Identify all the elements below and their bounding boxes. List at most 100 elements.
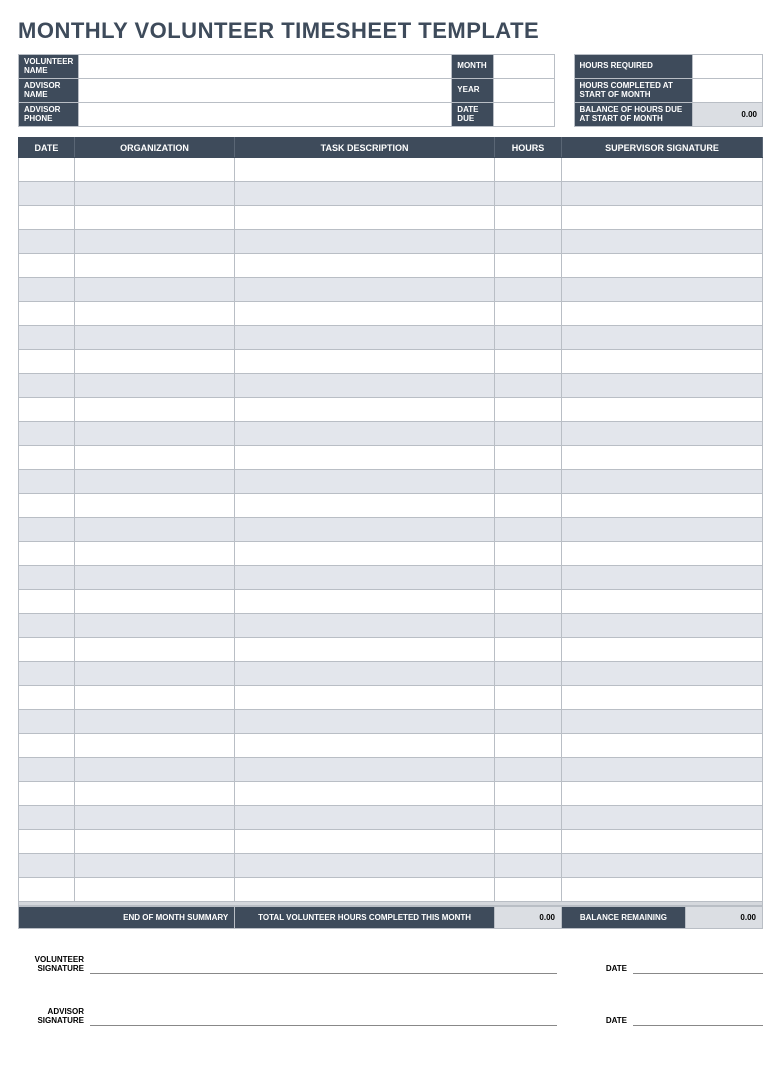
cell[interactable] (74, 710, 234, 734)
cell[interactable] (235, 662, 495, 686)
cell[interactable] (495, 734, 562, 758)
cell[interactable] (495, 470, 562, 494)
cell[interactable] (19, 494, 75, 518)
cell[interactable] (561, 374, 762, 398)
cell[interactable] (561, 326, 762, 350)
cell[interactable] (235, 782, 495, 806)
cell[interactable] (235, 806, 495, 830)
cell[interactable] (235, 830, 495, 854)
cell[interactable] (74, 350, 234, 374)
cell[interactable] (495, 398, 562, 422)
hours-completed-input[interactable] (692, 79, 762, 103)
cell[interactable] (74, 278, 234, 302)
cell[interactable] (74, 782, 234, 806)
cell[interactable] (495, 254, 562, 278)
cell[interactable] (561, 734, 762, 758)
volunteer-name-input[interactable] (79, 55, 452, 79)
cell[interactable] (235, 710, 495, 734)
cell[interactable] (235, 374, 495, 398)
cell[interactable] (235, 302, 495, 326)
cell[interactable] (19, 254, 75, 278)
cell[interactable] (495, 518, 562, 542)
cell[interactable] (561, 158, 762, 182)
cell[interactable] (495, 494, 562, 518)
cell[interactable] (495, 854, 562, 878)
cell[interactable] (19, 830, 75, 854)
cell[interactable] (19, 206, 75, 230)
cell[interactable] (561, 182, 762, 206)
cell[interactable] (561, 590, 762, 614)
cell[interactable] (495, 758, 562, 782)
cell[interactable] (561, 782, 762, 806)
cell[interactable] (495, 662, 562, 686)
cell[interactable] (235, 494, 495, 518)
cell[interactable] (561, 422, 762, 446)
cell[interactable] (19, 686, 75, 710)
cell[interactable] (235, 854, 495, 878)
cell[interactable] (235, 326, 495, 350)
cell[interactable] (19, 302, 75, 326)
cell[interactable] (495, 614, 562, 638)
cell[interactable] (561, 710, 762, 734)
cell[interactable] (74, 590, 234, 614)
cell[interactable] (19, 710, 75, 734)
cell[interactable] (74, 662, 234, 686)
advisor-date-line[interactable] (633, 999, 763, 1025)
cell[interactable] (235, 446, 495, 470)
cell[interactable] (235, 254, 495, 278)
cell[interactable] (495, 422, 562, 446)
cell[interactable] (561, 686, 762, 710)
cell[interactable] (235, 878, 495, 902)
cell[interactable] (74, 686, 234, 710)
cell[interactable] (561, 446, 762, 470)
cell[interactable] (495, 830, 562, 854)
cell[interactable] (495, 710, 562, 734)
hours-required-input[interactable] (692, 55, 762, 79)
cell[interactable] (19, 446, 75, 470)
cell[interactable] (495, 566, 562, 590)
cell[interactable] (235, 734, 495, 758)
cell[interactable] (74, 494, 234, 518)
cell[interactable] (561, 638, 762, 662)
cell[interactable] (19, 326, 75, 350)
cell[interactable] (235, 422, 495, 446)
cell[interactable] (19, 398, 75, 422)
cell[interactable] (74, 854, 234, 878)
cell[interactable] (495, 542, 562, 566)
cell[interactable] (74, 758, 234, 782)
cell[interactable] (74, 614, 234, 638)
advisor-name-input[interactable] (79, 79, 452, 103)
cell[interactable] (561, 278, 762, 302)
cell[interactable] (495, 182, 562, 206)
cell[interactable] (19, 278, 75, 302)
cell[interactable] (19, 782, 75, 806)
cell[interactable] (561, 350, 762, 374)
cell[interactable] (495, 446, 562, 470)
cell[interactable] (19, 638, 75, 662)
cell[interactable] (561, 206, 762, 230)
cell[interactable] (235, 518, 495, 542)
cell[interactable] (74, 734, 234, 758)
cell[interactable] (19, 662, 75, 686)
year-input[interactable] (494, 79, 554, 103)
volunteer-signature-line[interactable] (90, 947, 557, 973)
cell[interactable] (74, 542, 234, 566)
cell[interactable] (19, 854, 75, 878)
cell[interactable] (495, 302, 562, 326)
cell[interactable] (495, 326, 562, 350)
advisor-signature-line[interactable] (90, 999, 557, 1025)
cell[interactable] (74, 302, 234, 326)
cell[interactable] (19, 230, 75, 254)
cell[interactable] (19, 422, 75, 446)
cell[interactable] (561, 254, 762, 278)
cell[interactable] (561, 542, 762, 566)
cell[interactable] (19, 158, 75, 182)
cell[interactable] (74, 398, 234, 422)
cell[interactable] (495, 878, 562, 902)
volunteer-date-line[interactable] (633, 947, 763, 973)
cell[interactable] (74, 446, 234, 470)
cell[interactable] (19, 878, 75, 902)
cell[interactable] (235, 206, 495, 230)
cell[interactable] (235, 182, 495, 206)
cell[interactable] (235, 590, 495, 614)
